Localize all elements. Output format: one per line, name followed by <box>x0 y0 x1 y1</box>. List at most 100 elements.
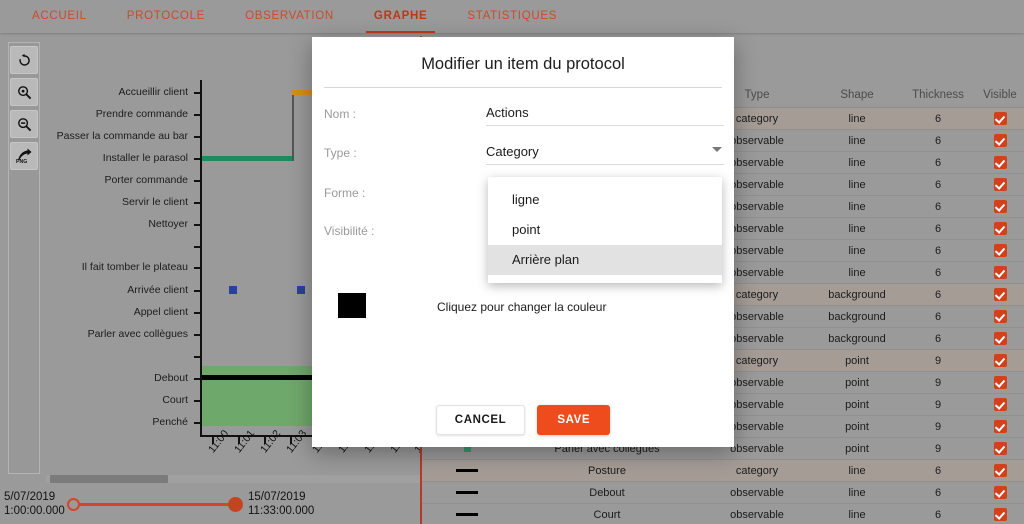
row-shape: line <box>848 486 866 499</box>
swatch-line-icon <box>456 513 478 516</box>
y-label-parler-collegues: Parler avec collègues <box>87 328 188 340</box>
row-visible-cell <box>974 486 1024 499</box>
row-shape: line <box>848 508 866 521</box>
label-type: Type : <box>324 146 357 160</box>
label-visibilite: Visibilité : <box>324 224 375 238</box>
series-arrivee-client-point <box>297 286 305 294</box>
chart-horizontal-scrollbar[interactable] <box>46 475 420 483</box>
row-visible-cell <box>974 178 1024 191</box>
visible-checkbox[interactable] <box>993 112 1007 125</box>
row-visible-cell <box>974 156 1024 169</box>
nav-tab-observation[interactable]: OBSERVATION <box>225 0 354 33</box>
row-visible-cell <box>974 134 1024 147</box>
visible-checkbox[interactable] <box>993 486 1007 499</box>
row-thickness: 6 <box>934 200 942 213</box>
y-label-nettoyer: Nettoyer <box>148 218 188 230</box>
row-thickness: 6 <box>934 222 942 235</box>
nom-input[interactable] <box>486 105 724 126</box>
series-connector <box>292 92 294 161</box>
nav-tab-graphe[interactable]: GRAPHE <box>354 0 447 33</box>
type-select[interactable]: Category <box>486 144 724 165</box>
dialog-actions: CANCEL SAVE <box>312 405 734 435</box>
timeline-track[interactable] <box>74 503 242 506</box>
scrollbar-thumb[interactable] <box>50 475 168 483</box>
dropdown-option-arriere-plan[interactable]: Arrière plan <box>488 245 722 275</box>
row-type: observable <box>730 486 784 499</box>
nav-tab-protocole[interactable]: PROTOCOLE <box>107 0 225 33</box>
row-shape: line <box>848 244 866 257</box>
chart-toolbar: PNG <box>8 42 40 474</box>
zoom-in-button[interactable] <box>10 78 38 106</box>
row-name: Posture <box>588 464 626 477</box>
y-label-debout: Debout <box>154 372 188 384</box>
nav-tab-statistiques[interactable]: STATISTIQUES <box>447 0 577 33</box>
table-row[interactable]: Posture category line 6 <box>422 460 1024 482</box>
chevron-down-icon <box>712 147 722 152</box>
visible-checkbox[interactable] <box>993 420 1007 433</box>
visible-checkbox[interactable] <box>993 156 1007 169</box>
svg-text:PNG: PNG <box>16 159 27 165</box>
visible-checkbox[interactable] <box>993 244 1007 257</box>
visible-checkbox[interactable] <box>993 508 1007 521</box>
export-png-button[interactable]: PNG <box>10 142 38 170</box>
row-thickness: 6 <box>934 310 942 323</box>
reset-icon <box>17 53 32 68</box>
row-visible-cell <box>974 420 1024 433</box>
dialog-title: Modifier un item du protocol <box>421 55 625 73</box>
row-visible-cell <box>974 266 1024 279</box>
timeline-start-time: 1:00:00.000 <box>4 505 65 517</box>
row-type: observable <box>730 508 784 521</box>
y-label-arrivee-client: Arrivée client <box>127 284 188 296</box>
column-header-visible: Visible <box>983 88 1017 101</box>
row-shape: point <box>845 420 869 433</box>
row-shape: point <box>845 354 869 367</box>
visible-checkbox[interactable] <box>993 178 1007 191</box>
row-type: category <box>735 464 779 477</box>
visible-checkbox[interactable] <box>993 266 1007 279</box>
table-row[interactable]: Debout observable line 6 <box>422 482 1024 504</box>
zoom-out-button[interactable] <box>10 110 38 138</box>
row-visible-cell <box>974 200 1024 213</box>
visible-checkbox[interactable] <box>993 200 1007 213</box>
visible-checkbox[interactable] <box>993 222 1007 235</box>
row-thickness: 9 <box>934 420 942 433</box>
row-thickness: 6 <box>934 178 942 191</box>
row-visible-cell <box>974 376 1024 389</box>
timeline-end-time: 11:33:00.000 <box>248 505 315 517</box>
visible-checkbox[interactable] <box>993 376 1007 389</box>
color-swatch-button[interactable] <box>338 293 366 318</box>
row-thickness: 6 <box>934 134 942 147</box>
visible-checkbox[interactable] <box>993 464 1007 477</box>
top-navigation: ACCUEIL PROTOCOLE OBSERVATION GRAPHE STA… <box>0 0 1024 33</box>
timeline-start-handle[interactable] <box>67 498 80 511</box>
row-visible-cell <box>974 398 1024 411</box>
table-row[interactable]: Court observable line 6 <box>422 504 1024 524</box>
visible-checkbox[interactable] <box>993 288 1007 301</box>
y-label-servir-le-client: Servir le client <box>122 196 188 208</box>
series-arrivee-client-point <box>229 286 237 294</box>
row-visible-cell <box>974 112 1024 125</box>
row-thickness: 6 <box>934 288 942 301</box>
save-button[interactable]: SAVE <box>537 405 611 435</box>
visible-checkbox[interactable] <box>993 398 1007 411</box>
visible-checkbox[interactable] <box>993 310 1007 323</box>
row-visible-cell <box>974 244 1024 257</box>
cancel-button[interactable]: CANCEL <box>435 405 526 435</box>
visible-checkbox[interactable] <box>993 332 1007 345</box>
dropdown-option-point[interactable]: point <box>488 215 722 245</box>
zoom-in-icon <box>17 85 32 100</box>
forme-dropdown-panel: ligne point Arrière plan <box>488 177 722 283</box>
row-shape: line <box>848 156 866 169</box>
dropdown-spacer <box>488 177 722 185</box>
timeline-end-handle[interactable] <box>228 497 243 512</box>
row-shape: point <box>845 376 869 389</box>
dropdown-option-ligne[interactable]: ligne <box>488 185 722 215</box>
nav-tab-accueil[interactable]: ACCUEIL <box>12 0 107 33</box>
swatch-line-icon <box>456 469 478 472</box>
visible-checkbox[interactable] <box>993 354 1007 367</box>
reset-zoom-button[interactable] <box>10 46 38 74</box>
visible-checkbox[interactable] <box>993 442 1007 455</box>
y-label-appel-client: Appel client <box>133 306 188 318</box>
row-name: Court <box>593 508 621 521</box>
visible-checkbox[interactable] <box>993 134 1007 147</box>
